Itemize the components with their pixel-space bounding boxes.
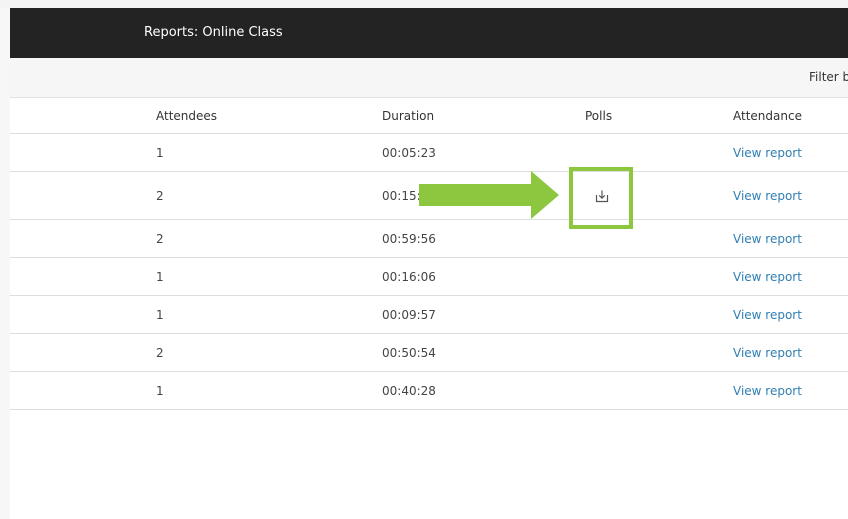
- duration-cell: 00:05:23: [382, 145, 436, 160]
- column-header-attendees: Attendees: [156, 108, 218, 123]
- table-row: 2 00:50:54 View report: [10, 334, 848, 372]
- filter-bar: Filter b: [10, 58, 848, 98]
- left-gutter: [0, 8, 10, 519]
- reports-table: Attendees Duration Polls Attendance 1 00:…: [10, 98, 848, 410]
- duration-cell: 00:09:57: [382, 307, 436, 322]
- view-report-link[interactable]: View report: [733, 146, 802, 160]
- app-window: Reports: Online Class Filter b Attendees…: [0, 0, 848, 519]
- table-row: 1 00:40:28 View report: [10, 372, 848, 410]
- attendees-cell: 1: [156, 269, 164, 284]
- view-report-link[interactable]: View report: [733, 308, 802, 322]
- column-header-polls: Polls: [585, 108, 613, 123]
- view-report-link[interactable]: View report: [733, 232, 802, 246]
- view-report-link[interactable]: View report: [733, 346, 802, 360]
- polls-highlight-box: [569, 167, 633, 229]
- attendees-cell: 2: [156, 345, 164, 360]
- view-report-link[interactable]: View report: [733, 270, 802, 284]
- duration-cell: 00:59:56: [382, 231, 436, 246]
- view-report-link[interactable]: View report: [733, 384, 802, 398]
- duration-cell: 00:50:54: [382, 345, 436, 360]
- table-row: 1 00:05:23 View report: [10, 134, 848, 172]
- column-header-duration: Duration: [382, 108, 435, 123]
- duration-cell: 00:40:28: [382, 383, 436, 398]
- page-title: Reports: Online Class: [144, 25, 283, 40]
- table-header-row: Attendees Duration Polls Attendance: [10, 98, 848, 134]
- view-report-link[interactable]: View report: [733, 189, 802, 203]
- table-row: 1 00:09:57 View report: [10, 296, 848, 334]
- top-strip: [0, 0, 848, 8]
- column-header-attendance: Attendance: [733, 108, 802, 123]
- pointer-arrow-icon: [419, 171, 559, 219]
- table-row: 2 00:59:56 View report: [10, 220, 848, 258]
- duration-cell: 00:16:06: [382, 269, 436, 284]
- attendees-cell: 1: [156, 145, 164, 160]
- filter-label[interactable]: Filter b: [809, 70, 848, 84]
- header-bar: Reports: Online Class: [10, 8, 848, 58]
- attendees-cell: 2: [156, 188, 164, 203]
- attendees-cell: 2: [156, 231, 164, 246]
- attendees-cell: 1: [156, 383, 164, 398]
- table-row: 1 00:16:06 View report: [10, 258, 848, 296]
- attendees-cell: 1: [156, 307, 164, 322]
